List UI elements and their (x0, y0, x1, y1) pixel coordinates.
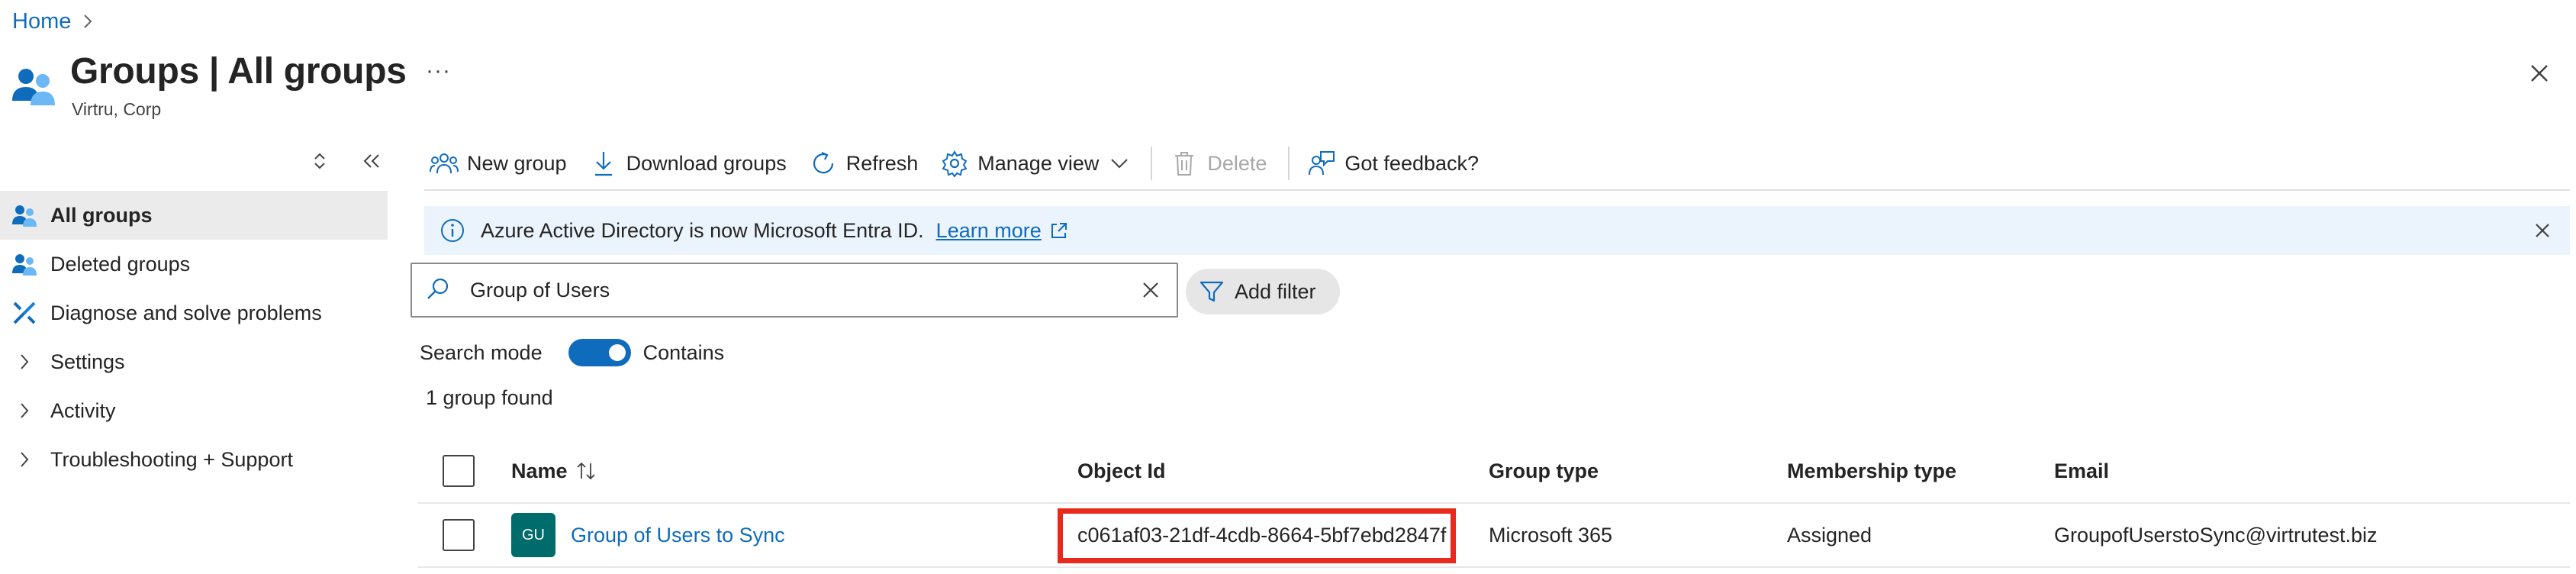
object-id-cell: c061af03-21df-4cdb-8664-5bf7ebd2847f (1077, 523, 1447, 547)
learn-more-link[interactable]: Learn more (936, 219, 1042, 243)
info-icon (440, 218, 465, 243)
refresh-icon (808, 148, 839, 179)
add-filter-label: Add filter (1235, 279, 1316, 303)
refresh-button[interactable]: Refresh (803, 142, 926, 185)
avatar: GU (511, 513, 555, 557)
collapse-sidebar-icon[interactable] (359, 148, 385, 174)
groups-icon (11, 202, 38, 229)
chevron-down-icon (1109, 157, 1129, 169)
group-name-link[interactable]: Group of Users to Sync (571, 524, 785, 547)
info-banner: Azure Active Directory is now Microsoft … (424, 206, 2570, 255)
clear-search-icon[interactable] (1135, 275, 1166, 305)
select-all-checkbox[interactable] (443, 455, 475, 487)
groups-table: Name Object Id Group type Membership typ… (418, 440, 2570, 568)
sidebar-item-activity[interactable]: Activity (0, 386, 388, 435)
sidebar-item-troubleshooting[interactable]: Troubleshooting + Support (0, 435, 388, 484)
sidebar-item-deleted-groups[interactable]: Deleted groups (0, 240, 388, 289)
column-header-group-type[interactable]: Group type (1489, 440, 1599, 502)
search-mode: Search mode Contains (420, 337, 724, 368)
feedback-button[interactable]: Got feedback? (1302, 142, 1486, 185)
manage-view-button[interactable]: Manage view (935, 142, 1137, 185)
chevron-right-icon (82, 12, 94, 31)
new-group-label: New group (467, 151, 567, 175)
refresh-label: Refresh (845, 151, 919, 175)
column-header-email[interactable]: Email (2054, 440, 2109, 502)
breadcrumb-home-link[interactable]: Home (12, 9, 71, 34)
row-checkbox[interactable] (443, 519, 475, 551)
sidebar-item-label: Activity (50, 398, 116, 422)
search-icon (424, 275, 455, 305)
sidebar-item-label: Settings (50, 350, 125, 373)
dismiss-banner-icon[interactable] (2529, 217, 2556, 244)
delete-label: Delete (1207, 151, 1267, 175)
sidebar-item-settings[interactable]: Settings (0, 337, 388, 386)
sidebar: All groups Deleted groups Diagnose and s… (0, 142, 388, 574)
toolbar-divider (1151, 147, 1153, 180)
toolbar-divider (1288, 147, 1290, 180)
groups-icon (11, 63, 56, 108)
sidebar-item-diagnose[interactable]: Diagnose and solve problems (0, 289, 388, 337)
chevron-right-icon (11, 397, 38, 424)
manage-view-label: Manage view (977, 151, 1100, 175)
chevron-right-icon (11, 446, 38, 473)
feedback-person-icon (1306, 148, 1337, 179)
page-title: Groups | All groups (70, 51, 407, 92)
column-header-object-id[interactable]: Object Id (1077, 440, 1166, 502)
column-header-membership-type[interactable]: Membership type (1787, 440, 1956, 502)
delete-button[interactable]: Delete (1164, 142, 1274, 185)
groups-icon (11, 250, 38, 278)
table-header-row: Name Object Id Group type Membership typ… (418, 440, 2570, 504)
search-mode-value: Contains (642, 340, 725, 364)
sidebar-controls (307, 142, 388, 180)
search-mode-label: Search mode (420, 340, 543, 364)
result-count: 1 group found (426, 386, 553, 409)
breadcrumb: Home (12, 6, 94, 37)
gear-icon (939, 148, 970, 179)
external-link-icon[interactable] (1049, 221, 1069, 240)
more-options-button[interactable]: ··· (426, 58, 451, 84)
search-value: Group of Users (470, 278, 610, 302)
command-bar: New group Download groups Refresh Manage… (424, 137, 2570, 191)
sidebar-item-label: Diagnose and solve problems (50, 301, 322, 324)
trash-icon (1169, 148, 1199, 179)
banner-text: Azure Active Directory is now Microsoft … (481, 218, 924, 242)
sidebar-item-label: Troubleshooting + Support (50, 447, 293, 471)
add-group-icon (429, 148, 459, 179)
membership-type-cell: Assigned (1787, 523, 1872, 547)
column-header-name[interactable]: Name (511, 440, 597, 502)
search-mode-toggle[interactable] (568, 339, 631, 366)
sidebar-item-all-groups[interactable]: All groups (0, 191, 388, 240)
page-subtitle: Virtru, Corp (72, 99, 162, 119)
sidebar-item-label: All groups (50, 203, 153, 227)
new-group-button[interactable]: New group (424, 142, 575, 185)
wrench-icon (11, 299, 38, 327)
sort-updown-icon[interactable] (307, 148, 333, 174)
sort-icon[interactable] (575, 460, 597, 482)
download-groups-label: Download groups (626, 151, 787, 175)
download-icon (588, 148, 619, 179)
close-icon[interactable] (2524, 58, 2555, 89)
page-header: Groups | All groups Virtru, Corp ··· (11, 47, 2559, 121)
filter-icon (1198, 278, 1225, 305)
download-groups-button[interactable]: Download groups (584, 142, 794, 185)
table-row[interactable]: GU Group of Users to Sync c061af03-21df-… (418, 504, 2570, 568)
feedback-label: Got feedback? (1344, 151, 1480, 175)
email-cell: GroupofUserstoSync@virtrutest.biz (2054, 523, 2378, 547)
sidebar-item-label: Deleted groups (50, 252, 191, 276)
add-filter-button[interactable]: Add filter (1186, 269, 1340, 314)
group-type-cell: Microsoft 365 (1489, 523, 1613, 547)
chevron-right-icon (11, 348, 38, 376)
column-header-label: Name (511, 459, 568, 482)
search-input[interactable]: Group of Users (411, 263, 1178, 318)
